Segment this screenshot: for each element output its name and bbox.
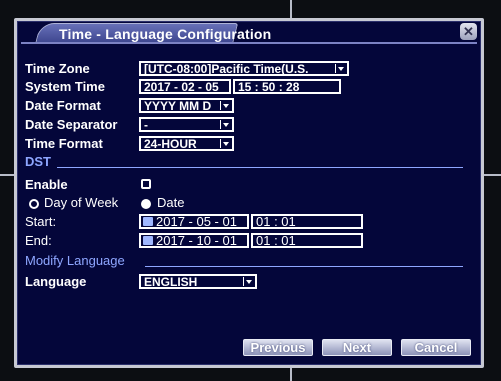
dialog-title: Time - Language Configuration [59,26,272,42]
chevron-down-icon [220,101,231,110]
date-separator-select[interactable]: - [139,117,234,132]
radio-day-of-week[interactable] [29,199,39,209]
title-divider [21,42,477,44]
system-time-label: System Time [25,79,105,94]
dst-end-date-value: 2017 - 10 - 01 [156,233,237,248]
time-zone-select[interactable]: [UTC-08:00]Pacific Time(U.S. [139,61,349,76]
chevron-down-icon [220,120,231,129]
close-icon[interactable]: ✕ [460,23,477,40]
language-section-title: Modify Language [25,253,125,268]
chevron-down-icon [243,277,254,286]
time-format-label: Time Format [25,136,103,151]
date-mode-label: Date [157,195,185,210]
chevron-down-icon [335,64,346,73]
dst-start-label: Start: [25,214,57,229]
background-line [290,0,292,20]
language-section-divider [145,266,463,267]
dst-section-title: DST [25,154,51,169]
next-button[interactable]: Next [322,339,392,356]
time-zone-value: [UTC-08:00]Pacific Time(U.S. [144,62,309,76]
system-date-field[interactable]: 2017 - 02 - 05 [139,79,231,94]
dst-start-date-value: 2017 - 05 - 01 [156,214,237,229]
dst-end-date-field[interactable]: 2017 - 10 - 01 [139,233,249,248]
calendar-icon[interactable] [143,236,153,245]
dst-end-label: End: [25,233,52,248]
language-label: Language [25,274,87,289]
previous-button[interactable]: Previous [243,339,313,356]
chevron-down-icon [220,139,231,148]
dst-enable-checkbox[interactable] [141,179,151,189]
day-of-week-label: Day of Week [44,195,119,210]
date-separator-label: Date Separator [25,117,118,132]
system-time-field[interactable]: 15 : 50 : 28 [233,79,341,94]
date-separator-value: - [144,118,148,132]
dst-start-date-field[interactable]: 2017 - 05 - 01 [139,214,249,229]
date-format-label: Date Format [25,98,101,113]
dst-section-divider [57,167,463,168]
calendar-icon[interactable] [143,217,153,226]
time-format-value: 24-HOUR [144,137,197,151]
cancel-button[interactable]: Cancel [401,339,471,356]
background-line [484,174,501,176]
language-select[interactable]: ENGLISH [139,274,257,289]
dst-end-time-field[interactable]: 01 : 01 [251,233,363,248]
date-format-value: YYYY MM D [144,99,212,113]
language-value: ENGLISH [144,275,198,289]
time-zone-label: Time Zone [25,61,90,76]
time-format-select[interactable]: 24-HOUR [139,136,234,151]
dst-start-time-field[interactable]: 01 : 01 [251,214,363,229]
dst-enable-label: Enable [25,177,68,192]
radio-date[interactable] [141,199,151,209]
time-language-dialog: Time - Language Configuration ✕ Time Zon… [14,18,484,368]
background-line [0,174,14,176]
date-format-select[interactable]: YYYY MM D [139,98,234,113]
